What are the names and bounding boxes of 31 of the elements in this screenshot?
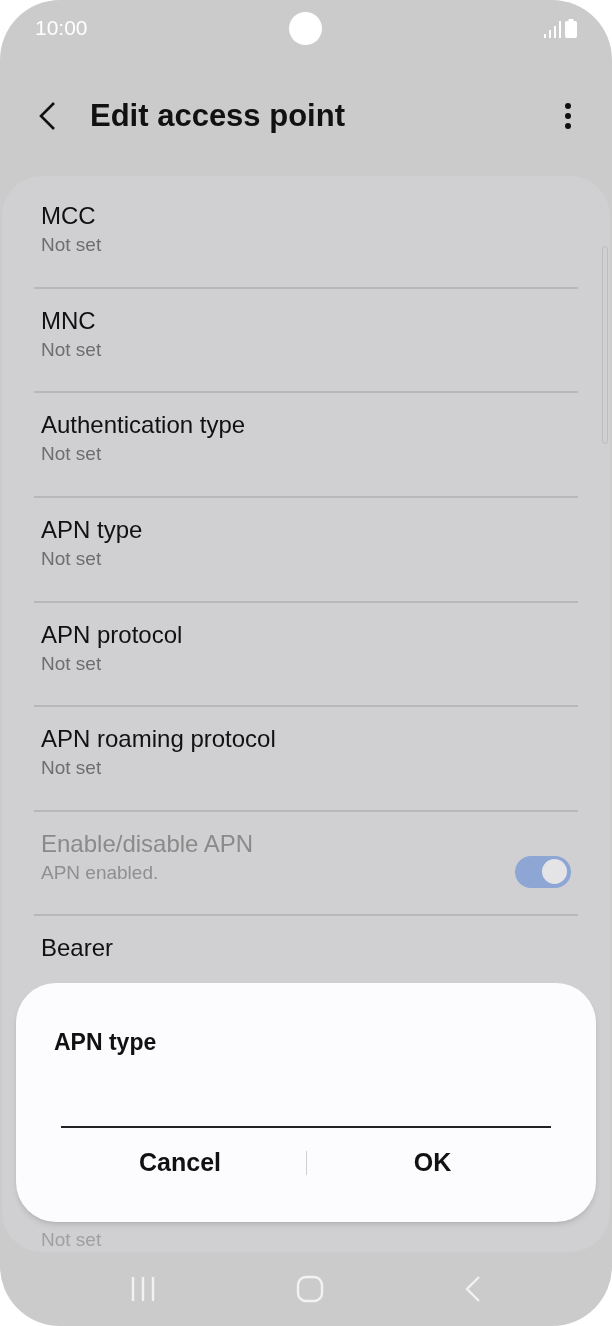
item-title: APN protocol xyxy=(41,619,184,650)
item-subtitle: Not set xyxy=(41,651,103,676)
dialog-title: APN type xyxy=(54,1028,158,1057)
item-subtitle: Not set xyxy=(41,337,103,362)
item-subtitle: Not set xyxy=(41,442,103,467)
battery-icon xyxy=(565,18,577,38)
settings-row[interactable]: MNC Not set xyxy=(2,288,610,394)
item-title: Bearer xyxy=(41,933,115,964)
item-subtitle: Not set xyxy=(41,233,103,257)
signal-icon xyxy=(544,20,561,38)
item-subtitle: APN enabled. xyxy=(41,860,160,885)
item-title: APN type xyxy=(41,514,144,545)
dialog-button[interactable]: OK xyxy=(307,1137,558,1188)
page-title: Edit access point xyxy=(90,96,346,135)
item-title: Enable/disable APN xyxy=(41,828,255,859)
settings-row[interactable]: MCC Not set xyxy=(2,184,610,289)
camera-hole xyxy=(289,12,322,45)
settings-row[interactable]: Authentication type Not set xyxy=(2,393,610,498)
settings-row[interactable]: APN roaming protocol Not set xyxy=(2,707,610,812)
item-subtitle: Not set xyxy=(41,756,103,781)
item-subtitle: Not set xyxy=(41,546,103,571)
dialog-button[interactable]: Cancel xyxy=(54,1137,306,1188)
more-options-icon[interactable] xyxy=(564,102,572,130)
item-title: APN roaming protocol xyxy=(41,724,277,755)
settings-row[interactable]: APN protocol Not set xyxy=(2,602,610,708)
item-title: MNC xyxy=(41,305,97,336)
settings-row[interactable]: APN type Not set xyxy=(2,497,610,603)
recent-apps-icon[interactable] xyxy=(130,1276,156,1302)
item-title: MCC xyxy=(41,201,97,231)
home-icon[interactable] xyxy=(296,1275,324,1303)
item-title: Authentication type xyxy=(41,410,247,441)
